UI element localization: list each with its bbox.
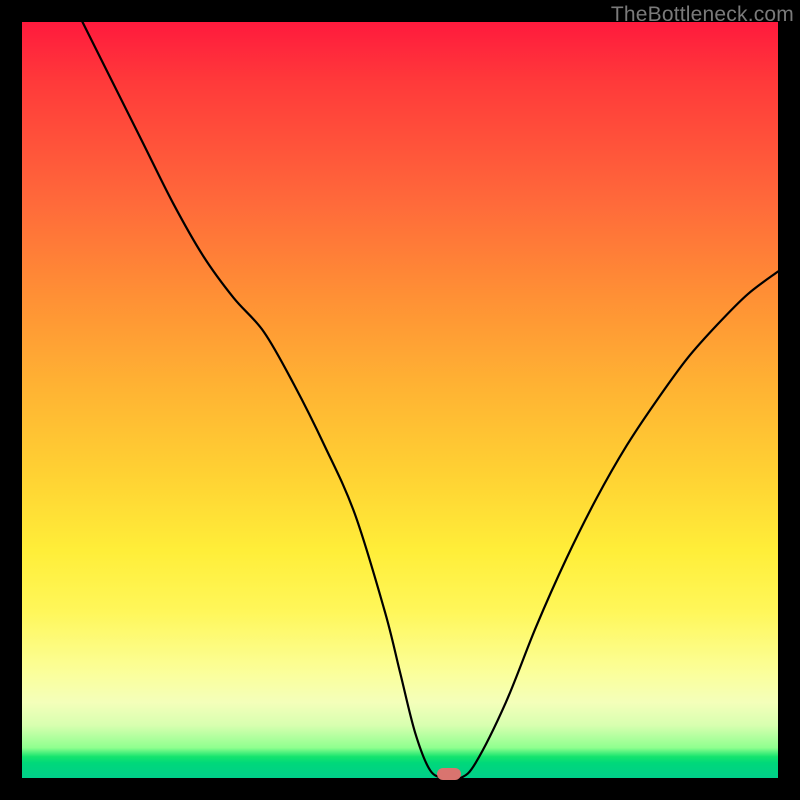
watermark-text: TheBottleneck.com [611,3,794,27]
chart-frame: TheBottleneck.com [0,0,800,800]
chart-curve [22,22,778,778]
chart-plot-area [22,22,778,778]
optimal-point-marker [437,768,461,780]
